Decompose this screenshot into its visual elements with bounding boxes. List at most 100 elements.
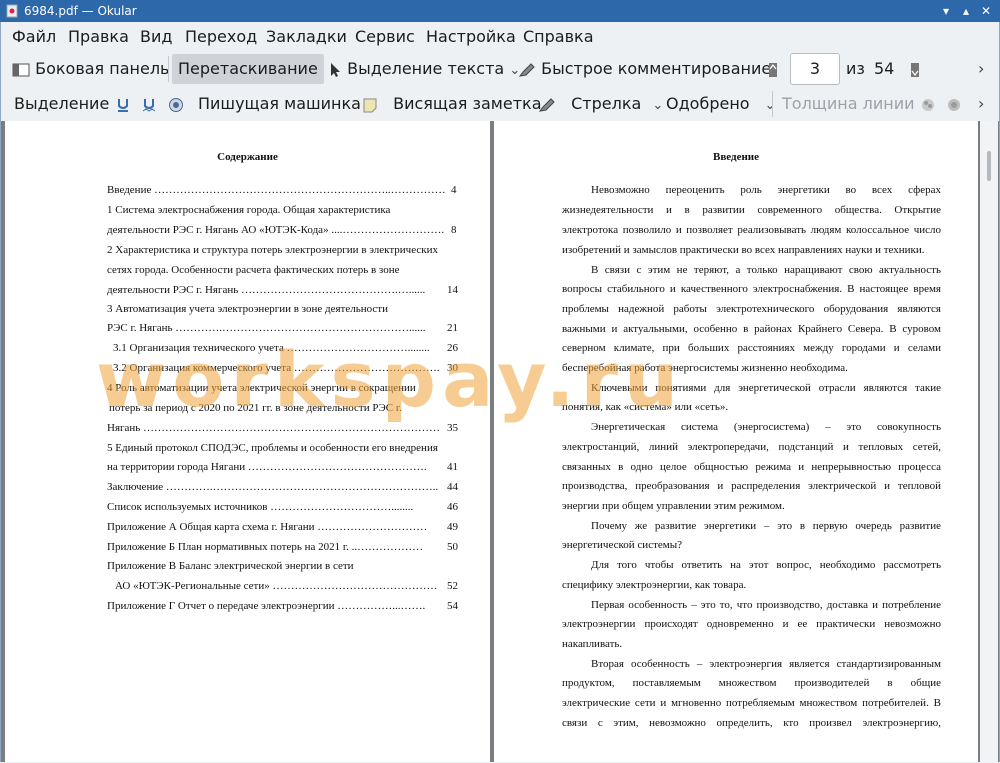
body-line: вопросы стабильного и качественного элек… [562, 283, 941, 295]
sidebar-label: Боковая панель [35, 59, 170, 78]
toolbar-separator [168, 56, 169, 82]
page-total: 54 [874, 59, 895, 78]
drag-mode-label: Перетаскивание [178, 59, 318, 78]
opacity-icon[interactable] [946, 89, 962, 119]
main-toolbar: Боковая панель Перетаскивание Выделение … [0, 52, 1000, 86]
body-line: накапливать. [562, 638, 623, 650]
underline-icon[interactable] [116, 89, 130, 119]
toc-entry: 1 Система электроснабжения города. Общая… [107, 204, 391, 216]
body-line: Для того чтобы ответить на этот вопрос, … [591, 559, 941, 571]
sticky-note-button[interactable]: Висящая заметка [362, 89, 542, 119]
toc-page: 50 [447, 541, 458, 553]
cursor-icon [331, 62, 340, 77]
vertical-scrollbar[interactable] [980, 121, 998, 762]
body-line: Невозможно переоценить роль энергетики в… [591, 184, 941, 196]
pen-icon [538, 97, 555, 112]
sidebar-button[interactable]: Боковая панель [12, 54, 169, 84]
toc-entry: деятельности РЭС г. Нягань …………………………………… [107, 284, 426, 296]
text-selection-label: Выделение текста [347, 59, 505, 78]
pdf-page-contents: Введение Невозможно переоценить роль эне… [494, 121, 978, 762]
body-line: жизнедеятельности и в развитии современн… [562, 204, 941, 216]
drag-mode-button[interactable]: Перетаскивание [172, 54, 324, 84]
page-heading: Введение [712, 151, 760, 163]
menu-tools[interactable]: Сервис [355, 27, 415, 46]
previous-page-button[interactable] [768, 54, 778, 84]
text-selection-button[interactable]: Выделение текста ⌄ [328, 54, 520, 84]
toc-page: 21 [447, 322, 458, 334]
scrollbar-thumb[interactable] [987, 151, 991, 181]
color-icon[interactable] [920, 89, 936, 119]
document-view[interactable]: Содержание Введение ……………………………………………………… [1, 121, 999, 762]
menu-go[interactable]: Переход [185, 27, 257, 46]
arrow-up-icon [769, 62, 777, 77]
body-line: Вторая особенность – электроэнергия явля… [591, 658, 941, 670]
next-page-button[interactable] [910, 54, 920, 84]
body-line: электротока позволило и позволяет реализ… [562, 224, 941, 236]
toc-entry: Приложение Г Отчет о передаче электроэне… [107, 600, 426, 612]
toc-page: 4 [451, 184, 457, 196]
menu-file[interactable]: Файл [12, 27, 56, 46]
pen-icon [518, 62, 535, 77]
approved-stamp-label: Одобрено [666, 94, 750, 113]
toc-entry: 5 Единый протокол СПОДЭС, проблемы и осо… [107, 442, 438, 454]
body-line: продуктом, поставляемым множеством произ… [562, 677, 941, 689]
menu-bookmarks[interactable]: Закладки [266, 27, 347, 46]
menu-bar: Файл Правка Вид Переход Закладки Сервис … [0, 22, 1000, 50]
toc-page: 49 [447, 521, 458, 533]
chevron-down-icon[interactable]: ⌄ [652, 98, 663, 113]
line-width-control[interactable]: Толщина линии [782, 89, 915, 119]
toc-entry: деятельности РЭС г. Нягань АО «ЮТЭК-Кода… [107, 224, 445, 236]
body-line: энергетической системы? [562, 539, 683, 551]
close-icon[interactable]: ✕ [978, 3, 994, 19]
page-of-label: из [846, 59, 865, 78]
quick-annotation-button[interactable]: Быстрое комментирование [518, 54, 771, 84]
toc-entry: Приложение В Баланс электрической энерги… [107, 560, 354, 572]
body-line: важными и актуальными, особенно в района… [562, 323, 941, 335]
body-line: изобретений и замыслов практически во вс… [562, 244, 925, 256]
toc-entry: Приложение Б План нормативных потерь на … [107, 541, 424, 553]
body-line: Первая особенность – это то, что произво… [591, 599, 941, 611]
toc-entry: сетях города. Особенности расчета фактич… [107, 264, 400, 276]
toc-page: 14 [447, 284, 458, 296]
toc-entry: Список используемых источников ………………………… [107, 501, 414, 513]
watermark: workspay.ru [96, 335, 685, 424]
menu-edit[interactable]: Правка [68, 27, 129, 46]
page-heading: Содержание [217, 151, 278, 163]
squiggly-underline-icon[interactable] [142, 89, 156, 119]
toc-page: 44 [447, 481, 458, 493]
approved-stamp-button[interactable]: Одобрено ⌄ [666, 89, 776, 119]
stamp-icon[interactable] [168, 89, 184, 119]
minimize-icon[interactable]: ▾ [938, 3, 954, 19]
okular-app-icon [6, 4, 18, 18]
body-line: В связи с этим не теряют, а только наращ… [591, 264, 941, 276]
chevron-down-icon[interactable]: ⌄ [765, 98, 776, 113]
title-bar: 6984.pdf — Okular ▾ ▴ ✕ [0, 0, 1000, 22]
body-line: производства, преобразования и распредел… [562, 480, 941, 492]
body-line: электрические сети и мгновенно потребляе… [562, 697, 941, 709]
menu-view[interactable]: Вид [140, 27, 172, 46]
page-number-input[interactable]: 3 [790, 53, 840, 85]
body-line: связанных в одно целое общностью режима … [562, 461, 941, 473]
body-line: электроэнергии происходят одновременно и… [562, 618, 941, 630]
body-line: связи с этим, невозможно определить, кто… [562, 717, 941, 729]
toc-entry: Заключение ………….…………………………………………………….. [107, 481, 439, 493]
pdf-page-contents: Содержание Введение ……………………………………………………… [5, 121, 490, 762]
typewriter-tool[interactable]: Пишущая машинка [198, 89, 361, 119]
toc-entry: РЭС г. Нягань ………….……………………………………………....… [107, 322, 426, 334]
menu-help[interactable]: Справка [523, 27, 594, 46]
toc-entry: Приложение А Общая карта схема г. Нягани… [107, 521, 428, 533]
toolbar-separator [772, 91, 773, 117]
arrow-tool-button[interactable]: Стрелка ⌄ [538, 89, 663, 119]
toc-entry: АО «ЮТЭК-Региональные сети» ………………………………… [115, 580, 438, 592]
overflow-chevron-icon[interactable]: › [978, 54, 984, 84]
note-icon [363, 98, 377, 112]
menu-settings[interactable]: Настройка [426, 27, 516, 46]
overflow-chevron-icon[interactable]: › [978, 89, 984, 119]
annotation-toolbar: Выделение Пишущая машинка Висящая заметк… [0, 87, 1000, 121]
selection-tool[interactable]: Выделение [14, 89, 109, 119]
sidebar-icon [12, 63, 30, 76]
maximize-icon[interactable]: ▴ [958, 3, 974, 19]
body-line: энергии при общем управлении этим режимо… [562, 500, 785, 512]
toc-page: 54 [447, 600, 458, 612]
toc-page: 41 [447, 461, 458, 473]
